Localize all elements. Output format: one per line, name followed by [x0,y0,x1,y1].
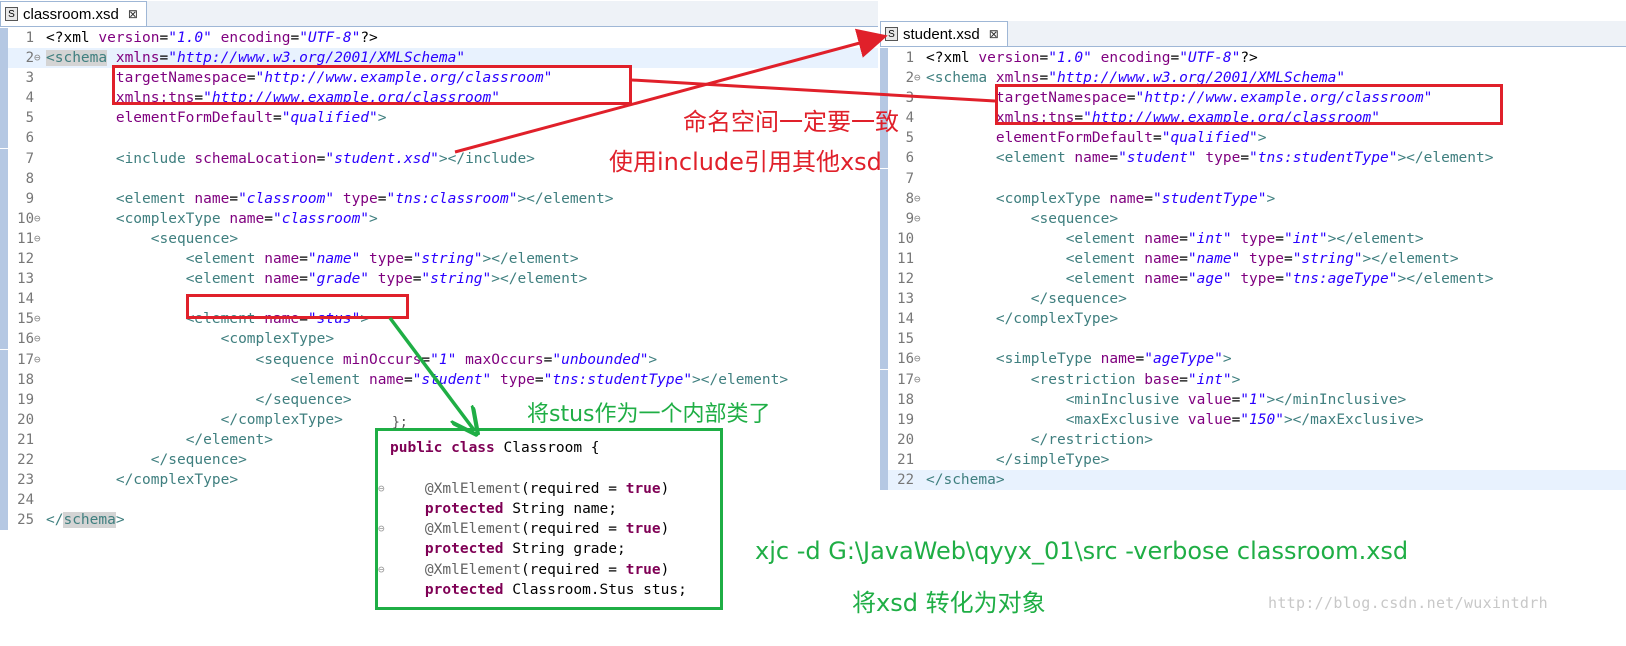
namespace-note: 命名空间一定要一致 [683,108,899,136]
xjc-command: xjc -d G:\JavaWeb\qyyx_01\src -verbose c… [755,537,1409,565]
include-note: 使用include引用其他xsd [609,148,882,176]
inner-class-note: 将stus作为一个内部类了 [527,402,771,427]
watermark: http://blog.csdn.net/wuxintdrh [1268,594,1548,612]
inner-class-arrow [388,316,474,430]
convert-note: 将xsd 转化为对象 [852,589,1046,617]
